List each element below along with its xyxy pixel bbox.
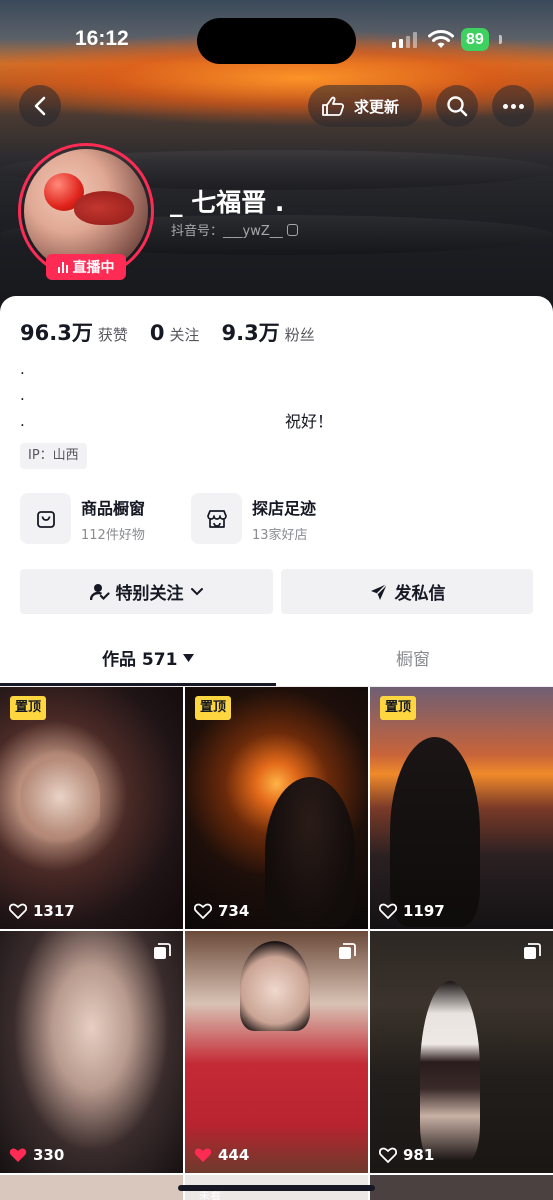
heart-outline-icon	[379, 903, 397, 919]
send-message-label: 发私信	[394, 584, 446, 604]
home-indicator[interactable]	[178, 1185, 375, 1191]
heart-outline-icon	[9, 903, 27, 919]
stat-followers[interactable]: 9.3万 粉丝	[221, 317, 314, 347]
more-dot-icon	[502, 103, 508, 109]
special-follow-button[interactable]: 特别关注	[20, 569, 273, 614]
shop-card-title: 商品橱窗	[81, 498, 146, 518]
shop-card-title: 探店足迹	[252, 498, 317, 518]
multi-image-icon	[154, 943, 171, 959]
tile-likes-count: 1317	[33, 902, 75, 920]
pointing-hand-icon	[322, 96, 345, 116]
tab-works[interactable]: 作品 571	[102, 645, 195, 670]
tile-likes: 1197	[379, 902, 445, 920]
multi-image-icon	[524, 943, 541, 959]
stat-value: 0	[149, 321, 165, 345]
signal-icon	[392, 32, 417, 48]
ip-location-tag: IP：山西	[20, 443, 87, 469]
status-time: 16:12	[75, 27, 129, 50]
video-tile[interactable]: 置顶 734	[185, 687, 368, 929]
tile-likes: 981	[379, 1146, 434, 1164]
heart-filled-icon	[194, 1148, 212, 1162]
tile-likes: 330	[9, 1146, 64, 1164]
tile-likes-count: 981	[403, 1146, 435, 1164]
more-options-button[interactable]	[492, 85, 534, 127]
chevron-left-icon	[34, 96, 46, 116]
video-tile[interactable]: 330	[0, 931, 183, 1173]
tile-likes-count: 444	[218, 1146, 250, 1164]
pinned-badge: 置顶	[10, 696, 47, 720]
storefront-icon	[191, 493, 242, 544]
battery-indicator: 89	[461, 28, 489, 51]
wifi-icon	[428, 30, 454, 48]
tile-figure	[265, 777, 355, 927]
more-dot-icon	[518, 103, 524, 109]
tile-figure	[240, 941, 310, 1031]
douyin-id-text: 抖音号：___ywZ__	[171, 224, 283, 239]
heart-outline-icon	[379, 1147, 397, 1163]
stat-caption: 获赞	[97, 326, 128, 344]
tile-likes: 444	[194, 1146, 249, 1164]
send-icon	[370, 582, 388, 600]
tile-likes-count: 330	[33, 1146, 65, 1164]
bio-signoff: 祝好！	[285, 412, 334, 431]
tile-likes: 1317	[9, 902, 75, 920]
search-icon	[447, 96, 468, 117]
send-message-button[interactable]: 发私信	[281, 569, 533, 614]
video-grid: 置顶 1317 置顶 734 置顶 1197 330 444 981	[0, 687, 553, 1200]
bio-line: .	[20, 412, 25, 430]
live-badge[interactable]: 直播中	[46, 254, 126, 280]
dynamic-island	[197, 18, 356, 64]
pinned-badge: 置顶	[380, 696, 417, 720]
bio-line: .	[20, 360, 25, 378]
bio-line: .	[20, 386, 25, 404]
video-tile[interactable]: 置顶 1317	[0, 687, 183, 929]
multi-image-icon	[339, 943, 356, 959]
request-update-button[interactable]: 求更新	[308, 85, 422, 127]
video-tile[interactable]: 981	[370, 931, 553, 1173]
tile-figure	[390, 737, 480, 927]
battery-tip	[499, 35, 502, 44]
profile-stats: 96.3万 获赞 0 关注 9.3万 粉丝	[20, 317, 337, 347]
stat-likes[interactable]: 96.3万 获赞	[20, 317, 128, 347]
copy-icon[interactable]	[286, 223, 298, 236]
stat-value: 9.3万	[221, 321, 280, 345]
live-bars-icon	[57, 261, 68, 273]
stat-caption: 粉丝	[284, 326, 315, 344]
stat-value: 96.3万	[20, 321, 93, 345]
chevron-down-icon	[190, 587, 203, 595]
tile-likes-count: 1197	[403, 902, 445, 920]
special-follow-label: 特别关注	[115, 584, 184, 604]
video-tile[interactable]	[370, 1175, 553, 1200]
pinned-badge: 置顶	[195, 696, 232, 720]
tab-works-label: 作品 571	[102, 650, 178, 670]
back-button[interactable]	[19, 85, 61, 127]
product-showcase-card[interactable]: 商品橱窗 112件好物	[20, 493, 145, 544]
video-tile[interactable]	[0, 1175, 183, 1200]
more-dot-icon	[510, 103, 516, 109]
shopping-bag-icon	[20, 493, 71, 544]
video-tile[interactable]: 444	[185, 931, 368, 1173]
live-label: 直播中	[72, 260, 115, 276]
store-visits-card[interactable]: 探店足迹 13家好店	[191, 493, 316, 544]
douyin-id: 抖音号：___ywZ__	[171, 220, 298, 239]
heart-outline-icon	[194, 903, 212, 919]
tab-showcase[interactable]: 橱窗	[396, 645, 430, 670]
avatar-lips	[74, 191, 134, 225]
request-update-label: 求更新	[354, 97, 400, 116]
tile-likes-count: 734	[218, 902, 250, 920]
video-tile[interactable]: 置顶 1197	[370, 687, 553, 929]
shop-card-subtitle: 112件好物	[81, 527, 145, 543]
shop-card-subtitle: 13家好店	[252, 527, 308, 543]
tile-likes: 734	[194, 902, 249, 920]
search-button[interactable]	[436, 85, 478, 127]
profile-nickname: _ 七福晋 .	[170, 188, 285, 217]
stat-caption: 关注	[169, 326, 200, 344]
stat-following[interactable]: 0 关注	[150, 321, 200, 345]
tile-figure	[20, 747, 100, 847]
profile-bio[interactable]: . . .	[20, 356, 540, 434]
tile-figure	[420, 981, 480, 1161]
user-check-icon	[89, 583, 110, 600]
caret-down-icon	[183, 653, 195, 662]
heart-filled-icon	[9, 1148, 27, 1162]
